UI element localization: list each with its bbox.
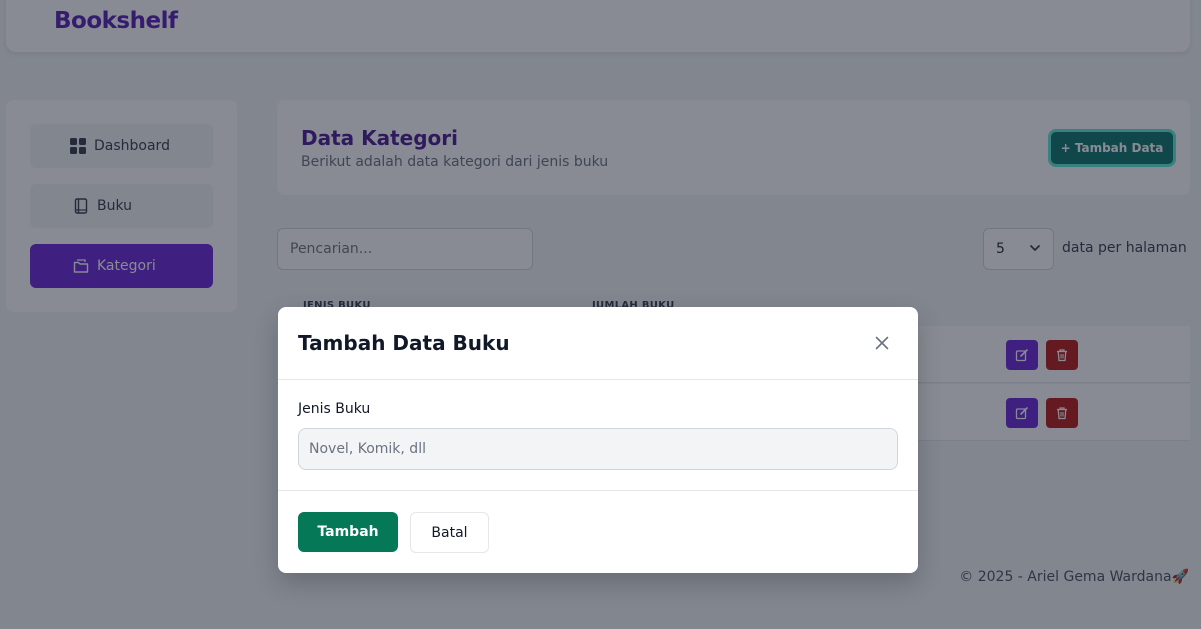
modal-title: Tambah Data Buku	[298, 331, 510, 355]
submit-button[interactable]: Tambah	[298, 512, 398, 552]
jenis-buku-input[interactable]	[298, 428, 898, 470]
modal-footer: Tambah Batal	[278, 490, 918, 573]
cancel-button[interactable]: Batal	[410, 512, 489, 553]
add-category-modal: Tambah Data Buku Jenis Buku Tambah Batal	[278, 307, 918, 573]
modal-header: Tambah Data Buku	[278, 307, 918, 380]
close-button[interactable]	[872, 333, 892, 353]
close-icon	[875, 336, 889, 350]
jenis-buku-label: Jenis Buku	[298, 401, 371, 417]
